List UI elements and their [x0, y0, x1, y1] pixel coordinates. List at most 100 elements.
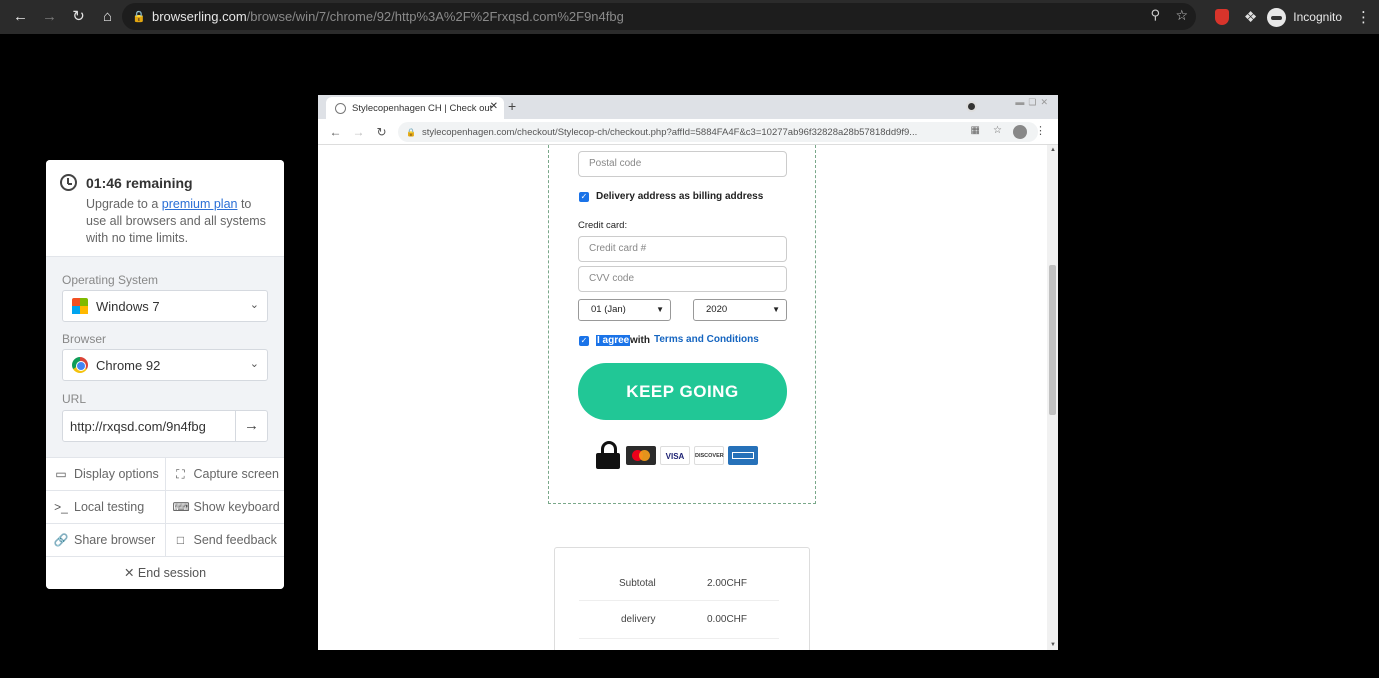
inner-profile-icon[interactable] — [1013, 125, 1027, 139]
credit-card-input[interactable]: Credit card # — [578, 236, 787, 262]
monitor-icon: ▭ — [55, 467, 67, 481]
lock-icon: 🔒 — [132, 11, 146, 23]
forward-icon[interactable]: → — [35, 0, 64, 34]
expiry-year-select[interactable]: 2020 ▼ — [693, 299, 787, 321]
windows-logo-icon — [72, 298, 88, 314]
end-session-label: End session — [137, 566, 207, 580]
translate-icon[interactable]: ▦ — [971, 125, 980, 136]
os-select[interactable]: Windows 7 ⌄ — [62, 290, 268, 322]
capture-screen-button[interactable]: ⛶ Capture screen — [164, 458, 285, 490]
inner-tab[interactable]: Stylecopenhagen CH | Check out ✕ — [326, 97, 504, 119]
zoom-icon[interactable]: ⚲ — [1150, 7, 1160, 23]
delivery-value: 0.00CHF — [707, 614, 748, 625]
inner-lock-icon: 🔒 — [406, 127, 416, 137]
new-tab-icon[interactable]: + — [508, 98, 516, 114]
amex-logo-icon — [728, 445, 758, 465]
outer-address-bar[interactable]: 🔒 browserling.com/browse/win/7/chrome/92… — [122, 3, 1196, 30]
extension-shield-icon[interactable] — [1214, 9, 1229, 25]
scroll-thumb[interactable] — [1049, 265, 1056, 415]
inner-forward-icon[interactable]: → — [347, 125, 370, 139]
visa-logo: VISA — [660, 445, 690, 465]
home-icon[interactable]: ⌂ — [93, 0, 122, 34]
inner-menu-icon[interactable]: ⋮ — [1035, 124, 1046, 137]
inner-back-icon[interactable]: ← — [324, 125, 347, 139]
reload-icon[interactable]: ↻ — [64, 0, 93, 34]
extensions-puzzle-icon[interactable]: ❖ — [1244, 8, 1257, 26]
incognito-label: Incognito — [1293, 10, 1342, 24]
capture-screen-label: Capture screen — [193, 467, 279, 481]
timer-section: 01:46 remaining Upgrade to a premium pla… — [46, 160, 284, 257]
close-tab-icon[interactable]: ✕ — [490, 101, 498, 112]
chrome-menu-icon[interactable]: ⋮ — [1356, 8, 1371, 26]
inner-reload-icon[interactable]: ↻ — [370, 125, 393, 139]
share-browser-button[interactable]: 🔗 Share browser — [46, 524, 165, 556]
subtotal-value: 2.00CHF — [707, 578, 748, 589]
inner-scrollbar[interactable]: ▲ ▼ — [1047, 145, 1058, 650]
chevron-down-icon: ⌄ — [249, 299, 259, 311]
close-icon: ✕ — [123, 566, 135, 580]
expiry-month-select[interactable]: 01 (Jan) ▼ — [578, 299, 671, 321]
inner-address-bar[interactable]: 🔒 stylecopenhagen.com/checkout/Stylecop-… — [398, 122, 1038, 142]
end-session-button[interactable]: ✕ End session — [46, 556, 284, 589]
show-keyboard-button[interactable]: ⌨ Show keyboard — [164, 491, 285, 523]
inner-tab-title: Stylecopenhagen CH | Check out — [352, 102, 493, 114]
inner-bookmark-star-icon[interactable]: ☆ — [993, 125, 1002, 136]
show-keyboard-label: Show keyboard — [193, 500, 280, 514]
bookmark-star-icon[interactable]: ☆ — [1175, 7, 1188, 24]
inner-url: stylecopenhagen.com/checkout/Stylecop-ch… — [421, 126, 918, 138]
display-options-button[interactable]: ▭ Display options — [46, 458, 165, 490]
delivery-billing-checkbox[interactable]: ✓ — [579, 192, 589, 202]
url-field: → — [62, 410, 268, 442]
inner-tab-strip: Stylecopenhagen CH | Check out ✕ + ▬❏✕ — [318, 95, 1058, 119]
upgrade-text: Upgrade to a premium plan to use all bro… — [86, 196, 270, 247]
terms-link[interactable]: Terms and Conditions — [654, 334, 759, 345]
window-controls[interactable]: ▬❏✕ — [1015, 97, 1052, 108]
postal-code-input[interactable]: Postal code — [578, 151, 787, 177]
agree-highlight-text: I agree — [596, 335, 631, 346]
capture-icon: ⛶ — [176, 466, 185, 481]
chevron-down-icon: ⌄ — [249, 358, 259, 370]
local-testing-label: Local testing — [74, 500, 145, 514]
premium-plan-link[interactable]: premium plan — [162, 197, 238, 211]
browser-select[interactable]: Chrome 92 ⌄ — [62, 349, 268, 381]
keep-going-button[interactable]: KEEP GOING — [578, 363, 787, 420]
terminal-icon: >_ — [54, 500, 68, 514]
upgrade-pre: Upgrade to a — [86, 197, 162, 211]
chrome-logo-icon — [72, 357, 88, 373]
share-browser-label: Share browser — [74, 533, 156, 547]
scroll-up-icon[interactable]: ▲ — [1050, 147, 1056, 153]
incognito-avatar-icon[interactable] — [1267, 7, 1287, 27]
chevron-down-icon: ▼ — [772, 305, 780, 314]
action-grid: ▭ Display options ⛶ Capture screen >_ Local… — [46, 457, 284, 556]
comment-icon: □ — [176, 533, 185, 547]
record-icon[interactable] — [966, 101, 977, 112]
credit-card-label: Credit card: — [578, 220, 628, 231]
agree-terms-checkbox[interactable]: ✓ — [579, 336, 589, 346]
outer-url[interactable]: browserling.com/browse/win/7/chrome/92/h… — [152, 9, 624, 24]
globe-icon — [335, 102, 346, 114]
outer-nav-buttons: ← → ↻ ⌂ — [0, 0, 122, 34]
action-row: 🔗 Share browser □ Send feedback — [46, 523, 284, 556]
year-value: 2020 — [706, 304, 728, 315]
send-feedback-button[interactable]: □ Send feedback — [164, 524, 285, 556]
scroll-down-icon[interactable]: ▼ — [1050, 642, 1056, 648]
delivery-billing-label: Delivery address as billing address — [596, 191, 764, 202]
outer-url-path: /browse/win/7/chrome/92/http%3A%2F%2Frxq… — [246, 9, 624, 24]
cvv-input[interactable]: CVV code — [578, 266, 787, 292]
url-input[interactable] — [63, 411, 233, 441]
url-label: URL — [62, 392, 87, 406]
payment-logos: VISA DISCOVER — [596, 441, 762, 469]
padlock-icon — [596, 441, 620, 469]
go-arrow-icon[interactable]: → — [235, 411, 267, 441]
outer-browser-toolbar: ← → ↻ ⌂ 🔒 browserling.com/browse/win/7/c… — [0, 0, 1379, 34]
mastercard-logo-icon — [626, 445, 656, 465]
inner-toolbar: ← → ↻ 🔒 stylecopenhagen.com/checkout/Sty… — [318, 119, 1058, 145]
discover-logo: DISCOVER — [694, 445, 724, 465]
outer-right-tools: ❖ Incognito ⋮ — [1214, 0, 1379, 34]
agree-with-text: with — [630, 335, 650, 346]
subtotal-label: Subtotal — [619, 578, 656, 589]
local-testing-button[interactable]: >_ Local testing — [46, 491, 165, 523]
checkout-form: Postal code ✓ Delivery address as billin… — [548, 145, 816, 504]
browser-label: Browser — [62, 332, 107, 346]
back-icon[interactable]: ← — [6, 0, 35, 34]
